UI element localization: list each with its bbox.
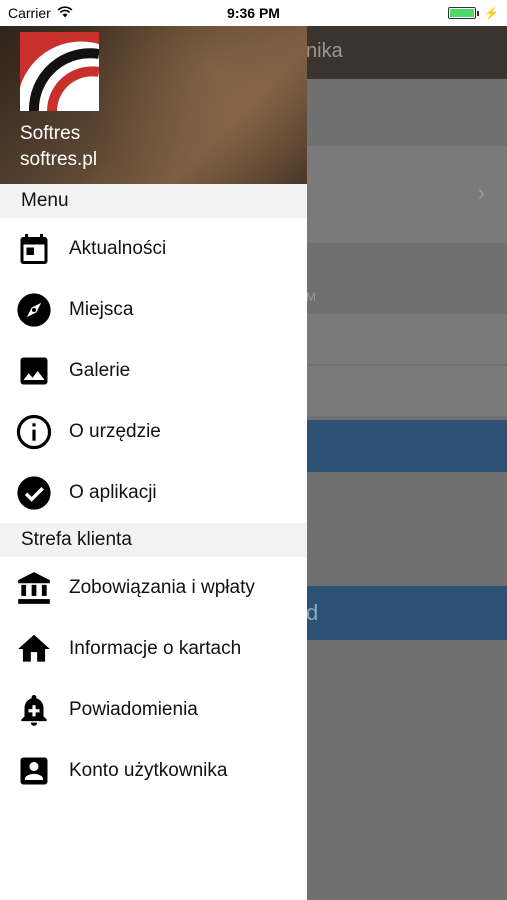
menu-item-o-aplikacji[interactable]: O aplikacji bbox=[0, 462, 307, 523]
compass-icon bbox=[14, 290, 54, 330]
menu-item-miejsca[interactable]: Miejsca bbox=[0, 279, 307, 340]
battery-icon bbox=[448, 7, 480, 19]
menu-item-galerie[interactable]: Galerie bbox=[0, 340, 307, 401]
chevron-right-icon: › bbox=[477, 180, 485, 205]
brand-url: softres.pl bbox=[20, 149, 98, 170]
menu-item-konto-uzytkownika[interactable]: Konto użytkownika bbox=[0, 740, 307, 801]
softres-logo bbox=[20, 32, 99, 111]
background-blue-row-text: d bbox=[306, 600, 319, 625]
section-header-strefa-klienta: Strefa klienta bbox=[0, 523, 307, 557]
check-circle-icon bbox=[14, 473, 54, 513]
menu-item-label: O aplikacji bbox=[69, 481, 157, 503]
menu-item-label: Konto użytkownika bbox=[69, 759, 228, 781]
account-box-icon bbox=[14, 751, 54, 791]
menu-item-zobowiazania[interactable]: Zobowiązania i wpłaty bbox=[0, 557, 307, 618]
carrier-label: Carrier bbox=[8, 5, 51, 21]
menu-item-aktualnosci[interactable]: Aktualności bbox=[0, 218, 307, 279]
charging-icon: ⚡ bbox=[484, 6, 499, 20]
menu-item-o-urzedzie[interactable]: O urzędzie bbox=[0, 401, 307, 462]
bell-plus-icon bbox=[14, 690, 54, 730]
menu-item-label: Aktualności bbox=[69, 237, 167, 259]
status-bar: Carrier 9:36 PM ⚡ bbox=[0, 0, 507, 26]
menu-item-label: Miejsca bbox=[69, 298, 134, 320]
menu-item-label: Powiadomienia bbox=[69, 698, 198, 720]
background-nav-title: nika bbox=[306, 40, 343, 62]
wifi-icon bbox=[57, 5, 73, 21]
menu-item-label: O urzędzie bbox=[69, 420, 161, 442]
drawer-header: Softres softres.pl bbox=[0, 26, 307, 184]
calendar-icon bbox=[14, 229, 54, 269]
menu-item-label: Zobowiązania i wpłaty bbox=[69, 576, 255, 598]
menu-item-powiadomienia[interactable]: Powiadomienia bbox=[0, 679, 307, 740]
section-header-menu: Menu bbox=[0, 184, 307, 218]
image-icon bbox=[14, 351, 54, 391]
navigation-drawer: Softres softres.pl Menu Aktualności Miej… bbox=[0, 26, 307, 900]
bank-icon bbox=[14, 568, 54, 608]
menu-item-informacje-o-kartach[interactable]: Informacje o kartach bbox=[0, 618, 307, 679]
menu-item-label: Informacje o kartach bbox=[69, 637, 242, 659]
background-row-text: M bbox=[306, 290, 316, 304]
menu-item-label: Galerie bbox=[69, 359, 131, 381]
info-icon bbox=[14, 412, 54, 452]
clock: 9:36 PM bbox=[227, 5, 280, 21]
home-icon bbox=[14, 629, 54, 669]
brand-name: Softres bbox=[20, 123, 81, 144]
